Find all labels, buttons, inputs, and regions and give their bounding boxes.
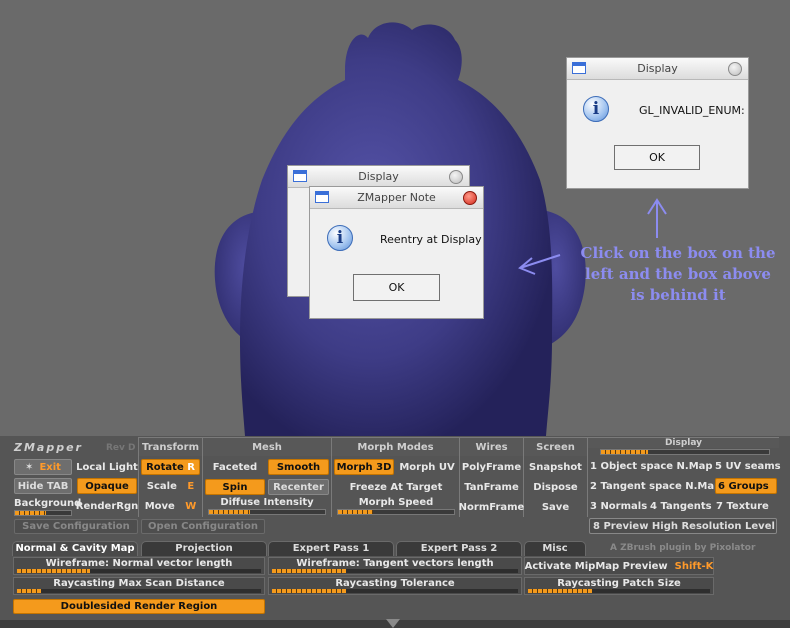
close-icon[interactable] (463, 191, 477, 205)
move-hotkey: W (185, 500, 197, 512)
raycasting-tolerance-label: Raycasting Tolerance (335, 578, 455, 589)
normframe-button[interactable]: NormFrame (459, 499, 525, 515)
preview-high-res-button[interactable]: 8 Preview High Resolution Level (589, 518, 777, 534)
tab-projection[interactable]: Projection (141, 541, 267, 556)
header-wires: Wires (460, 437, 523, 456)
dialog-title: ZMapper Note (357, 191, 436, 204)
move-label: Move (144, 500, 175, 512)
diffuse-intensity-label: Diffuse Intensity (220, 497, 314, 508)
header-transform: Transform (139, 437, 202, 456)
dialog-message: GL_INVALID_ENUM: (639, 104, 745, 117)
faceted-button[interactable]: Faceted (205, 459, 265, 475)
save-configuration-button[interactable]: Save Configuration (14, 519, 138, 534)
tab-misc[interactable]: Misc (524, 541, 586, 556)
diffuse-intensity-slider[interactable] (208, 509, 326, 515)
header-screen: Screen (524, 437, 587, 456)
normals-button[interactable]: 3 Normals (590, 499, 648, 514)
tab-expert-pass-1[interactable]: Expert Pass 1 (268, 541, 394, 556)
dialog-titlebar[interactable]: ZMapper Note (310, 187, 483, 209)
dialog-title: Display (358, 170, 399, 183)
wireframe-tangent-length-slider[interactable]: Wireframe: Tangent vectors length (268, 557, 522, 575)
background-button[interactable]: Background (14, 496, 81, 510)
opaque-button[interactable]: Opaque (77, 478, 137, 494)
scale-label: Scale (146, 480, 177, 492)
move-button[interactable]: Move W (141, 498, 200, 514)
display-slider[interactable] (600, 449, 770, 455)
polyframe-button[interactable]: PolyFrame (460, 459, 523, 475)
ok-button[interactable]: OK (353, 274, 440, 301)
tab-expert-pass-2[interactable]: Expert Pass 2 (396, 541, 522, 556)
groups-button[interactable]: 6 Groups (715, 478, 777, 494)
mipmap-label: Activate MipMap Preview (524, 560, 668, 572)
rotate-label: Rotate (146, 461, 184, 473)
raycasting-scan-label: Raycasting Max Scan Distance (53, 578, 225, 589)
header-display: Display (588, 437, 779, 448)
zmapper-logo: ZMapper (14, 440, 83, 454)
tab-normal-cavity-map[interactable]: Normal & Cavity Map (12, 541, 138, 556)
wireframe-normal-length-slider[interactable]: Wireframe: Normal vector length (13, 557, 265, 575)
close-icon[interactable] (449, 170, 463, 184)
recenter-button[interactable]: Recenter (268, 479, 329, 495)
rotate-button[interactable]: Rotate R (141, 459, 200, 475)
morph-uv-button[interactable]: Morph UV (396, 459, 458, 475)
hide-tab-button[interactable]: Hide TAB (14, 478, 72, 494)
object-space-nmap-button[interactable]: 1 Object space N.Map (590, 459, 713, 474)
morph-3d-button[interactable]: Morph 3D (334, 459, 394, 475)
open-configuration-button[interactable]: Open Configuration (141, 519, 265, 534)
tangents-button[interactable]: 4 Tangents (650, 499, 714, 514)
zmapper-note-dialog[interactable]: ZMapper Note i Reentry at Display OK (309, 186, 484, 319)
dialog-message: Reentry at Display (380, 233, 482, 246)
annotation-arrow-up (647, 198, 667, 238)
plugin-credit: A ZBrush plugin by Pixolator (610, 542, 756, 553)
dialog-titlebar[interactable]: Display (567, 58, 748, 80)
background-slider[interactable] (14, 510, 72, 516)
ok-button[interactable]: OK (614, 145, 700, 170)
annotation-text: Click on the box on the left and the box… (580, 244, 776, 304)
mipmap-preview-button[interactable]: Activate MipMap Preview Shift-K (524, 557, 714, 575)
wireframe-tangent-label: Wireframe: Tangent vectors length (296, 558, 494, 569)
doublesided-render-region-button[interactable]: Doublesided Render Region (13, 599, 265, 614)
smooth-button[interactable]: Smooth (268, 459, 329, 475)
zbrush-icon: ✶ (25, 461, 34, 473)
raycasting-patch-size-slider[interactable]: Raycasting Patch Size (524, 577, 714, 595)
header-mesh: Mesh (203, 437, 331, 456)
info-icon: i (327, 225, 353, 251)
raycasting-patch-label: Raycasting Patch Size (557, 578, 681, 589)
info-icon: i (583, 96, 609, 122)
tanframe-button[interactable]: TanFrame (460, 479, 523, 495)
morph-speed-label: Morph Speed (358, 497, 434, 508)
close-icon[interactable] (728, 62, 742, 76)
tangent-space-nmap-button[interactable]: 2 Tangent space N.Map (590, 479, 721, 494)
exit-button[interactable]: ✶ Exit (14, 459, 72, 475)
uv-seams-button[interactable]: 5 UV seams (715, 459, 781, 474)
revision-label: Rev D (106, 443, 136, 453)
raycasting-tolerance-slider[interactable]: Raycasting Tolerance (268, 577, 522, 595)
mipmap-hotkey: Shift-K (674, 560, 714, 572)
dispose-button[interactable]: Dispose (524, 479, 587, 495)
renderrgn-button[interactable]: RenderRgn (76, 498, 138, 514)
freeze-at-target-button[interactable]: Freeze At Target (334, 479, 458, 495)
dialog-title: Display (637, 62, 678, 75)
zbrush-viewport[interactable]: Display i GL_INVALID_ENUM: OK Display ZM… (0, 0, 790, 436)
spin-button[interactable]: Spin (205, 479, 265, 495)
save-button[interactable]: Save (524, 499, 587, 515)
header-morph-modes: Morph Modes (332, 437, 459, 456)
snapshot-button[interactable]: Snapshot (524, 459, 587, 475)
dialog-titlebar[interactable]: Display (288, 166, 469, 188)
hide-tab-label: Hide TAB (17, 480, 69, 492)
local-light-button[interactable]: Local Light (76, 459, 138, 475)
rotate-hotkey: R (187, 461, 195, 473)
morph-speed-slider[interactable] (337, 509, 455, 515)
texture-button[interactable]: 7 Texture (716, 499, 778, 514)
raycasting-scan-distance-slider[interactable]: Raycasting Max Scan Distance (13, 577, 265, 595)
scale-hotkey: E (187, 480, 195, 492)
display-dialog-top[interactable]: Display i GL_INVALID_ENUM: OK (566, 57, 749, 189)
wireframe-normal-label: Wireframe: Normal vector length (45, 558, 233, 569)
scale-button[interactable]: Scale E (141, 478, 200, 494)
